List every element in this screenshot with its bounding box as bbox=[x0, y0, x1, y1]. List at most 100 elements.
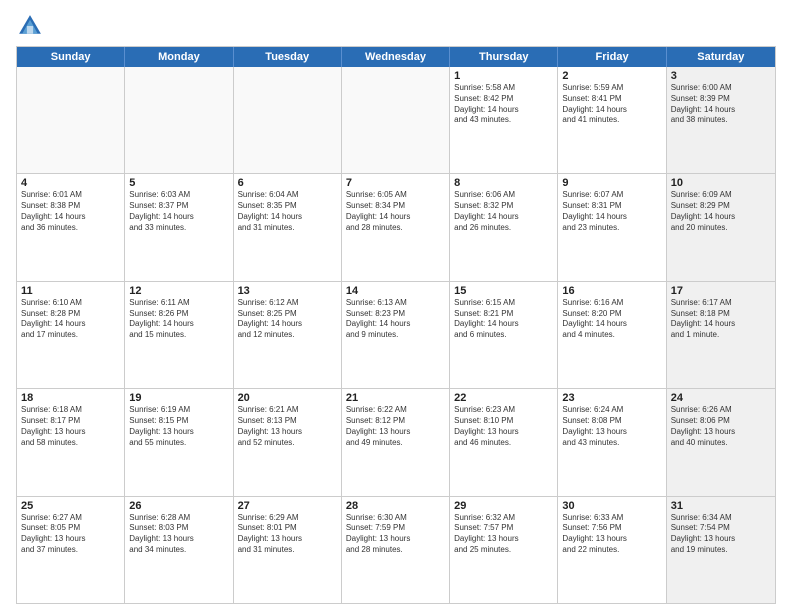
cell-details: Sunrise: 6:30 AM Sunset: 7:59 PM Dayligh… bbox=[346, 513, 445, 556]
day-number: 23 bbox=[562, 392, 661, 404]
day-header-thursday: Thursday bbox=[450, 47, 558, 67]
calendar-cell: 14Sunrise: 6:13 AM Sunset: 8:23 PM Dayli… bbox=[342, 282, 450, 388]
day-number: 20 bbox=[238, 392, 337, 404]
calendar-cell: 6Sunrise: 6:04 AM Sunset: 8:35 PM Daylig… bbox=[234, 174, 342, 280]
calendar-cell: 22Sunrise: 6:23 AM Sunset: 8:10 PM Dayli… bbox=[450, 389, 558, 495]
cell-details: Sunrise: 6:26 AM Sunset: 8:06 PM Dayligh… bbox=[671, 405, 771, 448]
calendar-cell bbox=[125, 67, 233, 173]
page: SundayMondayTuesdayWednesdayThursdayFrid… bbox=[0, 0, 792, 612]
calendar-cell: 11Sunrise: 6:10 AM Sunset: 8:28 PM Dayli… bbox=[17, 282, 125, 388]
day-number: 24 bbox=[671, 392, 771, 404]
logo-icon bbox=[16, 12, 44, 40]
calendar-cell: 2Sunrise: 5:59 AM Sunset: 8:41 PM Daylig… bbox=[558, 67, 666, 173]
cell-details: Sunrise: 5:59 AM Sunset: 8:41 PM Dayligh… bbox=[562, 83, 661, 126]
cell-details: Sunrise: 6:21 AM Sunset: 8:13 PM Dayligh… bbox=[238, 405, 337, 448]
cell-details: Sunrise: 6:07 AM Sunset: 8:31 PM Dayligh… bbox=[562, 190, 661, 233]
calendar-cell: 12Sunrise: 6:11 AM Sunset: 8:26 PM Dayli… bbox=[125, 282, 233, 388]
day-number: 28 bbox=[346, 500, 445, 512]
day-number: 27 bbox=[238, 500, 337, 512]
calendar-cell bbox=[17, 67, 125, 173]
calendar-cell: 24Sunrise: 6:26 AM Sunset: 8:06 PM Dayli… bbox=[667, 389, 775, 495]
header bbox=[16, 12, 776, 40]
calendar-header: SundayMondayTuesdayWednesdayThursdayFrid… bbox=[17, 47, 775, 67]
calendar-cell: 25Sunrise: 6:27 AM Sunset: 8:05 PM Dayli… bbox=[17, 497, 125, 603]
calendar-cell: 23Sunrise: 6:24 AM Sunset: 8:08 PM Dayli… bbox=[558, 389, 666, 495]
day-number: 3 bbox=[671, 70, 771, 82]
cell-details: Sunrise: 6:11 AM Sunset: 8:26 PM Dayligh… bbox=[129, 298, 228, 341]
calendar-cell: 20Sunrise: 6:21 AM Sunset: 8:13 PM Dayli… bbox=[234, 389, 342, 495]
cell-details: Sunrise: 6:33 AM Sunset: 7:56 PM Dayligh… bbox=[562, 513, 661, 556]
calendar-cell: 9Sunrise: 6:07 AM Sunset: 8:31 PM Daylig… bbox=[558, 174, 666, 280]
calendar-cell: 18Sunrise: 6:18 AM Sunset: 8:17 PM Dayli… bbox=[17, 389, 125, 495]
calendar-body: 1Sunrise: 5:58 AM Sunset: 8:42 PM Daylig… bbox=[17, 67, 775, 603]
calendar-cell: 4Sunrise: 6:01 AM Sunset: 8:38 PM Daylig… bbox=[17, 174, 125, 280]
day-number: 17 bbox=[671, 285, 771, 297]
calendar-cell: 31Sunrise: 6:34 AM Sunset: 7:54 PM Dayli… bbox=[667, 497, 775, 603]
cell-details: Sunrise: 6:19 AM Sunset: 8:15 PM Dayligh… bbox=[129, 405, 228, 448]
calendar-week-3: 11Sunrise: 6:10 AM Sunset: 8:28 PM Dayli… bbox=[17, 282, 775, 389]
cell-details: Sunrise: 6:00 AM Sunset: 8:39 PM Dayligh… bbox=[671, 83, 771, 126]
cell-details: Sunrise: 6:16 AM Sunset: 8:20 PM Dayligh… bbox=[562, 298, 661, 341]
cell-details: Sunrise: 6:15 AM Sunset: 8:21 PM Dayligh… bbox=[454, 298, 553, 341]
day-number: 5 bbox=[129, 177, 228, 189]
calendar-cell: 5Sunrise: 6:03 AM Sunset: 8:37 PM Daylig… bbox=[125, 174, 233, 280]
day-number: 30 bbox=[562, 500, 661, 512]
day-number: 6 bbox=[238, 177, 337, 189]
day-number: 8 bbox=[454, 177, 553, 189]
day-number: 29 bbox=[454, 500, 553, 512]
calendar-cell: 30Sunrise: 6:33 AM Sunset: 7:56 PM Dayli… bbox=[558, 497, 666, 603]
calendar-cell: 3Sunrise: 6:00 AM Sunset: 8:39 PM Daylig… bbox=[667, 67, 775, 173]
cell-details: Sunrise: 6:10 AM Sunset: 8:28 PM Dayligh… bbox=[21, 298, 120, 341]
cell-details: Sunrise: 6:09 AM Sunset: 8:29 PM Dayligh… bbox=[671, 190, 771, 233]
calendar-cell: 26Sunrise: 6:28 AM Sunset: 8:03 PM Dayli… bbox=[125, 497, 233, 603]
calendar-cell: 21Sunrise: 6:22 AM Sunset: 8:12 PM Dayli… bbox=[342, 389, 450, 495]
calendar-week-2: 4Sunrise: 6:01 AM Sunset: 8:38 PM Daylig… bbox=[17, 174, 775, 281]
day-header-tuesday: Tuesday bbox=[234, 47, 342, 67]
calendar-week-4: 18Sunrise: 6:18 AM Sunset: 8:17 PM Dayli… bbox=[17, 389, 775, 496]
cell-details: Sunrise: 6:27 AM Sunset: 8:05 PM Dayligh… bbox=[21, 513, 120, 556]
calendar: SundayMondayTuesdayWednesdayThursdayFrid… bbox=[16, 46, 776, 604]
day-number: 1 bbox=[454, 70, 553, 82]
calendar-cell: 19Sunrise: 6:19 AM Sunset: 8:15 PM Dayli… bbox=[125, 389, 233, 495]
cell-details: Sunrise: 6:01 AM Sunset: 8:38 PM Dayligh… bbox=[21, 190, 120, 233]
day-number: 25 bbox=[21, 500, 120, 512]
day-number: 14 bbox=[346, 285, 445, 297]
day-header-wednesday: Wednesday bbox=[342, 47, 450, 67]
day-header-monday: Monday bbox=[125, 47, 233, 67]
cell-details: Sunrise: 6:24 AM Sunset: 8:08 PM Dayligh… bbox=[562, 405, 661, 448]
day-number: 21 bbox=[346, 392, 445, 404]
cell-details: Sunrise: 6:12 AM Sunset: 8:25 PM Dayligh… bbox=[238, 298, 337, 341]
cell-details: Sunrise: 6:34 AM Sunset: 7:54 PM Dayligh… bbox=[671, 513, 771, 556]
day-number: 31 bbox=[671, 500, 771, 512]
cell-details: Sunrise: 6:03 AM Sunset: 8:37 PM Dayligh… bbox=[129, 190, 228, 233]
cell-details: Sunrise: 6:32 AM Sunset: 7:57 PM Dayligh… bbox=[454, 513, 553, 556]
calendar-cell: 1Sunrise: 5:58 AM Sunset: 8:42 PM Daylig… bbox=[450, 67, 558, 173]
calendar-cell: 13Sunrise: 6:12 AM Sunset: 8:25 PM Dayli… bbox=[234, 282, 342, 388]
calendar-cell: 29Sunrise: 6:32 AM Sunset: 7:57 PM Dayli… bbox=[450, 497, 558, 603]
day-number: 16 bbox=[562, 285, 661, 297]
day-number: 11 bbox=[21, 285, 120, 297]
cell-details: Sunrise: 6:04 AM Sunset: 8:35 PM Dayligh… bbox=[238, 190, 337, 233]
logo bbox=[16, 12, 48, 40]
calendar-week-1: 1Sunrise: 5:58 AM Sunset: 8:42 PM Daylig… bbox=[17, 67, 775, 174]
day-number: 19 bbox=[129, 392, 228, 404]
day-number: 13 bbox=[238, 285, 337, 297]
calendar-cell: 17Sunrise: 6:17 AM Sunset: 8:18 PM Dayli… bbox=[667, 282, 775, 388]
day-number: 2 bbox=[562, 70, 661, 82]
cell-details: Sunrise: 5:58 AM Sunset: 8:42 PM Dayligh… bbox=[454, 83, 553, 126]
day-header-saturday: Saturday bbox=[667, 47, 775, 67]
day-number: 18 bbox=[21, 392, 120, 404]
calendar-cell: 7Sunrise: 6:05 AM Sunset: 8:34 PM Daylig… bbox=[342, 174, 450, 280]
day-header-friday: Friday bbox=[558, 47, 666, 67]
cell-details: Sunrise: 6:13 AM Sunset: 8:23 PM Dayligh… bbox=[346, 298, 445, 341]
calendar-cell bbox=[234, 67, 342, 173]
calendar-cell: 10Sunrise: 6:09 AM Sunset: 8:29 PM Dayli… bbox=[667, 174, 775, 280]
cell-details: Sunrise: 6:22 AM Sunset: 8:12 PM Dayligh… bbox=[346, 405, 445, 448]
day-header-sunday: Sunday bbox=[17, 47, 125, 67]
calendar-cell: 28Sunrise: 6:30 AM Sunset: 7:59 PM Dayli… bbox=[342, 497, 450, 603]
cell-details: Sunrise: 6:23 AM Sunset: 8:10 PM Dayligh… bbox=[454, 405, 553, 448]
cell-details: Sunrise: 6:05 AM Sunset: 8:34 PM Dayligh… bbox=[346, 190, 445, 233]
calendar-cell: 15Sunrise: 6:15 AM Sunset: 8:21 PM Dayli… bbox=[450, 282, 558, 388]
day-number: 15 bbox=[454, 285, 553, 297]
calendar-cell: 8Sunrise: 6:06 AM Sunset: 8:32 PM Daylig… bbox=[450, 174, 558, 280]
